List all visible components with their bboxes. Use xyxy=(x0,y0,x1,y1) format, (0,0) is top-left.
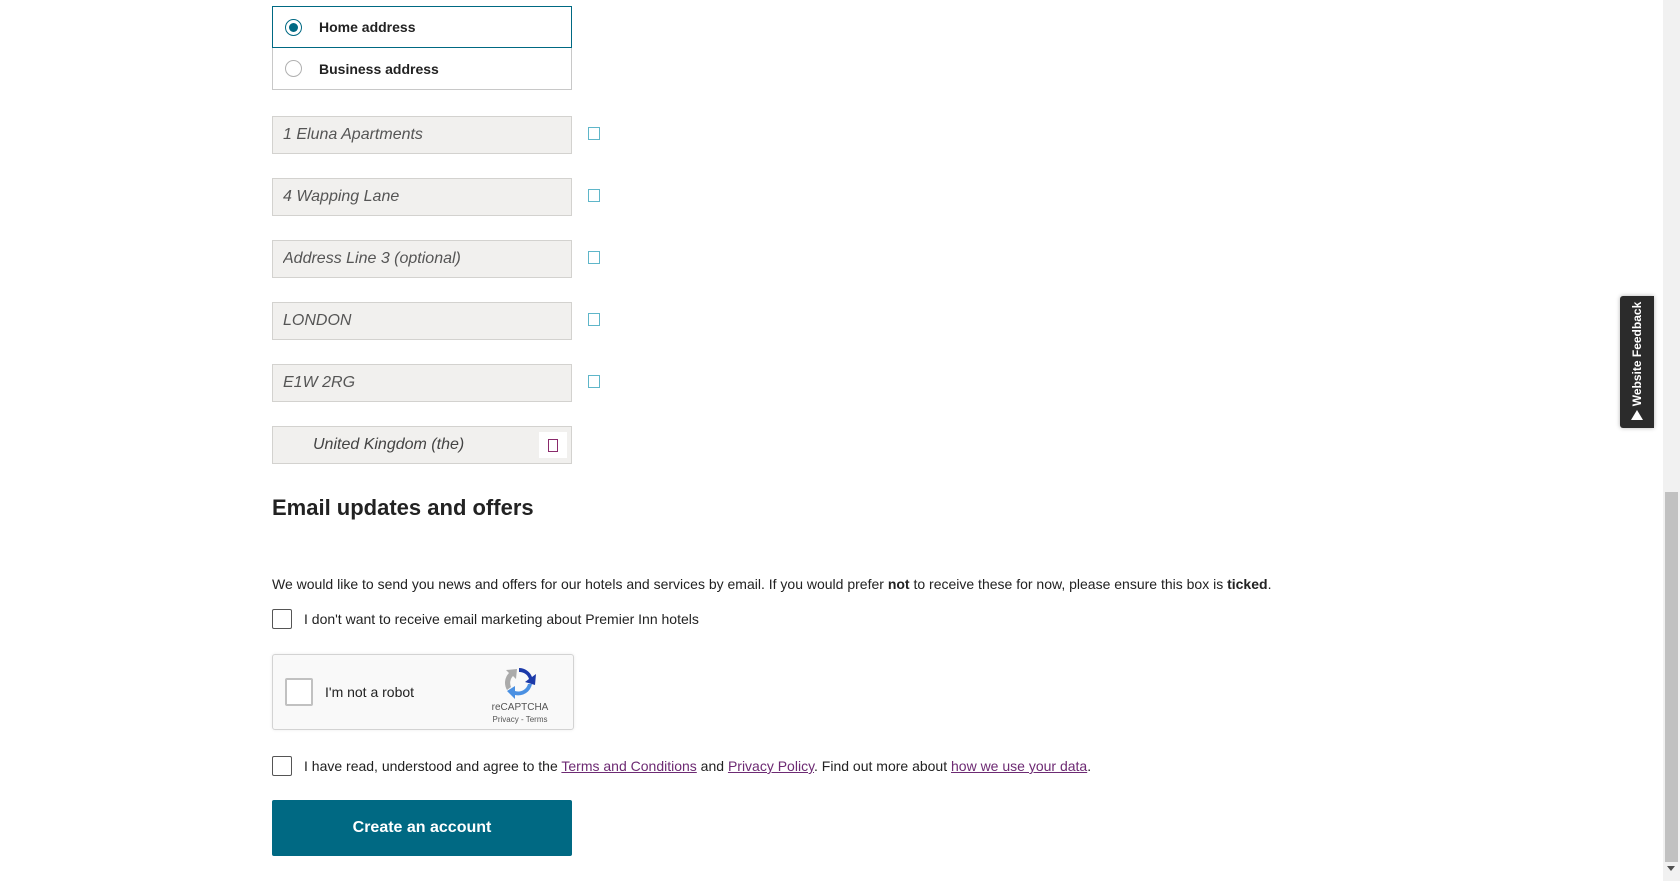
business-address-radio[interactable] xyxy=(285,60,302,77)
terms-text-1: I have read, understood and agree to the xyxy=(304,758,562,774)
terms-text-4: . xyxy=(1087,758,1092,774)
terms-agreement-label: I have read, understood and agree to the… xyxy=(304,758,1091,774)
intro-ticked-bold: ticked xyxy=(1227,576,1268,592)
how-we-use-data-link[interactable]: how we use your data xyxy=(951,758,1087,774)
recaptcha-brand: reCAPTCHA xyxy=(491,702,549,713)
country-select-value: United Kingdom (the) xyxy=(313,436,465,453)
business-address-option[interactable]: Business address xyxy=(272,48,572,90)
city-valid-check xyxy=(588,313,600,326)
email-updates-heading: Email updates and offers xyxy=(272,495,534,520)
recaptcha-logo-icon xyxy=(505,668,536,699)
address-line-2-field xyxy=(272,178,572,216)
city-input[interactable] xyxy=(273,303,571,339)
address-line-1-valid-check xyxy=(588,127,600,140)
home-address-radio[interactable] xyxy=(285,18,302,36)
scroll-down-arrow-icon[interactable] xyxy=(1667,866,1675,871)
address-line-3-field xyxy=(272,240,572,278)
intro-text-3: . xyxy=(1267,576,1272,592)
recaptcha-terms[interactable]: Privacy - Terms xyxy=(483,715,557,724)
intro-text-1: We would like to send you news and offer… xyxy=(272,576,888,592)
intro-not-bold: not xyxy=(887,576,910,592)
business-address-label: Business address xyxy=(319,60,439,77)
postcode-input[interactable] xyxy=(273,365,571,401)
email-updates-intro: We would like to send you news and offer… xyxy=(272,576,1271,592)
address-line-2-input[interactable] xyxy=(273,179,571,215)
address-line-1-field xyxy=(272,116,572,154)
intro-text-2: to receive these for now, please ensure … xyxy=(909,576,1228,592)
feedback-arrow-up-icon xyxy=(1631,410,1643,420)
country-select[interactable]: United Kingdom (the) xyxy=(272,426,572,464)
recaptcha-checkbox[interactable] xyxy=(285,678,313,706)
postcode-field xyxy=(272,364,572,402)
recaptcha-widget: I'm not a robot reCAPTCHA Privacy - Term… xyxy=(272,654,574,730)
terms-text-2: and xyxy=(696,758,728,774)
scrollbar-thumb[interactable] xyxy=(1665,492,1678,862)
address-line-2-valid-check xyxy=(588,189,600,202)
email-opt-out-label: I don't want to receive email marketing … xyxy=(304,611,699,627)
country-select-toggle-icon[interactable] xyxy=(539,432,567,458)
website-feedback-label: Website Feedback xyxy=(1630,301,1644,407)
email-opt-out-checkbox[interactable] xyxy=(272,609,292,629)
terms-text-3: . Find out more about xyxy=(814,758,951,774)
website-feedback-tab[interactable]: Website Feedback xyxy=(1620,296,1654,428)
city-field xyxy=(272,302,572,340)
email-opt-out-row: I don't want to receive email marketing … xyxy=(272,609,699,629)
terms-agreement-checkbox[interactable] xyxy=(272,756,292,776)
home-address-option[interactable]: Home address xyxy=(272,6,572,48)
home-address-label: Home address xyxy=(319,19,416,35)
address-line-1-input[interactable] xyxy=(273,117,571,153)
create-account-button[interactable]: Create an account xyxy=(272,800,572,856)
terms-agreement-row: I have read, understood and agree to the… xyxy=(272,756,1091,776)
postcode-valid-check xyxy=(588,375,600,388)
address-type-radio-group: Home address Business address xyxy=(272,6,572,90)
address-line-3-valid-check xyxy=(588,251,600,264)
terms-and-conditions-link[interactable]: Terms and Conditions xyxy=(561,758,696,774)
recaptcha-label: I'm not a robot xyxy=(325,684,415,700)
privacy-policy-link[interactable]: Privacy Policy xyxy=(728,758,814,774)
address-line-3-input[interactable] xyxy=(273,241,571,277)
